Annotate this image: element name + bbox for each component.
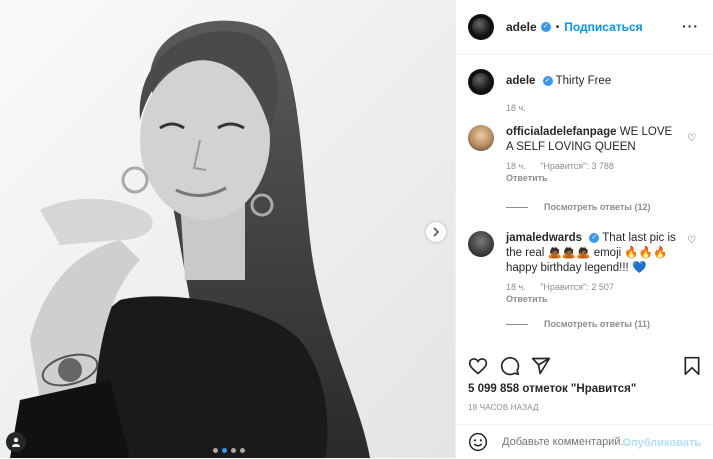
verified-badge-icon: ✓ bbox=[540, 22, 551, 32]
user-icon bbox=[12, 437, 20, 447]
carousel-dot bbox=[213, 448, 218, 453]
caption-author-avatar[interactable] bbox=[468, 69, 494, 95]
like-comment-heart-icon[interactable]: ♡ bbox=[687, 133, 696, 144]
carousel-dot-active bbox=[222, 448, 227, 453]
view-replies-label: Посмотреть ответы (12) bbox=[544, 202, 651, 212]
caption-time[interactable]: 18 ч. bbox=[506, 103, 526, 113]
post-sidebar: adele ✓ • Подписаться ··· adele ✓ Thirty… bbox=[455, 0, 713, 458]
comment-item: officialadelefanpage WE LOVE A SELF LOVI… bbox=[468, 125, 704, 183]
caption-username[interactable]: adele bbox=[506, 75, 535, 87]
like-comment-heart-icon[interactable]: ♡ bbox=[687, 235, 696, 246]
tagged-users-button[interactable] bbox=[6, 432, 26, 452]
reply-button[interactable]: Ответить bbox=[506, 173, 704, 183]
post-photo bbox=[0, 0, 455, 458]
author-avatar[interactable] bbox=[468, 14, 494, 40]
caption-text: Thirty Free bbox=[555, 75, 612, 87]
view-replies-button[interactable]: Посмотреть ответы (11) bbox=[506, 319, 650, 329]
verified-badge-icon: ✓ bbox=[589, 232, 600, 243]
comment-username[interactable]: jamaledwards bbox=[506, 232, 582, 244]
chevron-right-icon bbox=[433, 227, 440, 237]
separator-dot: • bbox=[555, 21, 560, 33]
divider-line bbox=[506, 206, 528, 208]
comment-bubble-icon[interactable] bbox=[500, 356, 520, 376]
emoji-smile-icon[interactable] bbox=[468, 432, 488, 452]
like-heart-icon[interactable] bbox=[468, 356, 488, 376]
comments-section[interactable]: adele ✓ Thirty Free 18 ч. officialadelef… bbox=[456, 55, 713, 345]
caption-meta: 18 ч. bbox=[506, 103, 704, 113]
likes-count[interactable]: 5 099 858 отметок "Нравится" bbox=[468, 383, 636, 395]
comment-username[interactable]: officialadelefanpage bbox=[506, 126, 617, 138]
save-bookmark-icon[interactable] bbox=[683, 356, 701, 376]
verified-badge-icon: ✓ bbox=[542, 75, 553, 86]
view-replies-label: Посмотреть ответы (11) bbox=[544, 319, 650, 329]
comment-meta: 18 ч. "Нравится": 3 788 bbox=[506, 161, 704, 171]
add-comment-bar: Опубликовать bbox=[456, 424, 713, 459]
publish-button[interactable]: Опубликовать bbox=[622, 437, 701, 449]
carousel-next-button[interactable] bbox=[426, 222, 446, 242]
post-timestamp[interactable]: 18 ЧАСОВ НАЗАД bbox=[468, 403, 539, 412]
author-username[interactable]: adele bbox=[506, 20, 537, 34]
follow-button[interactable]: Подписаться bbox=[564, 20, 642, 34]
post-actions bbox=[468, 352, 701, 382]
carousel-dot bbox=[231, 448, 236, 453]
post-caption: adele ✓ Thirty Free 18 ч. bbox=[468, 69, 704, 113]
share-direct-icon[interactable] bbox=[531, 356, 551, 376]
carousel-dot bbox=[240, 448, 245, 453]
comment-meta: 18 ч. "Нравится": 2 507 bbox=[506, 282, 704, 292]
comment-time[interactable]: 18 ч. bbox=[506, 282, 526, 292]
divider-line bbox=[506, 323, 528, 325]
comment-likes[interactable]: "Нравится": 3 788 bbox=[540, 161, 614, 171]
more-options-icon[interactable]: ··· bbox=[682, 18, 699, 34]
comment-likes[interactable]: "Нравится": 2 507 bbox=[540, 282, 614, 292]
commenter-avatar[interactable] bbox=[468, 125, 494, 151]
comment-time[interactable]: 18 ч. bbox=[506, 161, 526, 171]
post-header: adele ✓ • Подписаться ··· bbox=[456, 0, 713, 55]
commenter-avatar[interactable] bbox=[468, 231, 494, 257]
post-media[interactable] bbox=[0, 0, 455, 458]
instagram-post: adele ✓ • Подписаться ··· adele ✓ Thirty… bbox=[0, 0, 713, 458]
view-replies-button[interactable]: Посмотреть ответы (12) bbox=[506, 202, 650, 212]
comment-item: jamaledwards ✓ That last pic is the real… bbox=[468, 231, 704, 304]
carousel-indicator bbox=[213, 448, 245, 453]
reply-button[interactable]: Ответить bbox=[506, 294, 704, 304]
